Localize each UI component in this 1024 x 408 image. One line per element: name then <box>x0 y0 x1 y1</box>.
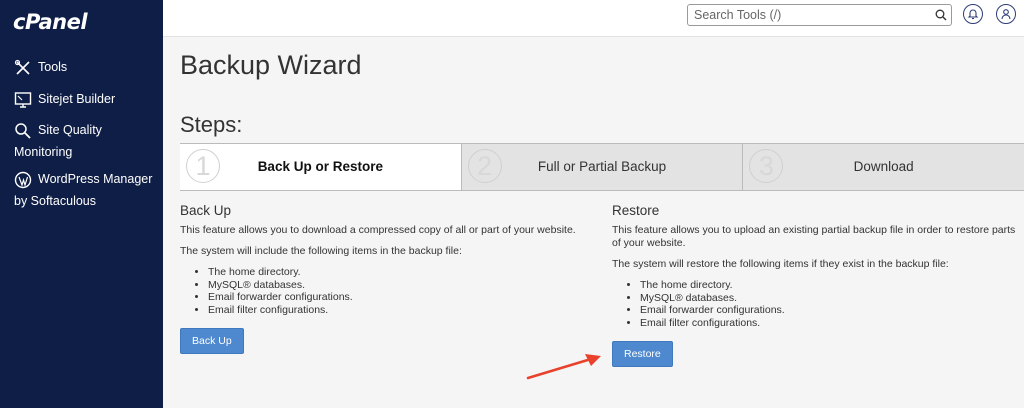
sidebar-item-label-2: by Softaculous <box>14 194 96 208</box>
wizard-steps: 1 Back Up or Restore 2 Full or Partial B… <box>180 143 1024 191</box>
step-label: Back Up or Restore <box>257 159 383 174</box>
backup-items-list: The home directory. MySQL® databases. Em… <box>180 266 590 316</box>
sidebar-item-label: Sitejet Builder <box>38 92 116 106</box>
magnifier-icon <box>15 123 31 139</box>
back-up-button[interactable]: Back Up <box>180 328 244 354</box>
restore-button[interactable]: Restore <box>612 341 673 367</box>
step-2: 2 Full or Partial Backup <box>461 144 744 190</box>
cpanel-logo[interactable]: cPanel <box>13 10 88 34</box>
sidebar-item-tools[interactable]: Tools <box>14 56 67 78</box>
list-item: MySQL® databases. <box>208 279 590 292</box>
search-input[interactable] <box>687 4 952 26</box>
list-item: The home directory. <box>208 266 590 279</box>
list-item: Email forwarder configurations. <box>208 291 590 304</box>
sidebar-item-label: Site Quality <box>38 123 102 137</box>
sidebar-item-site-quality[interactable]: Site Quality Monitoring <box>14 119 102 163</box>
step-3: 3 Download <box>743 144 1024 190</box>
list-item: Email filter configurations. <box>208 304 590 317</box>
list-item: MySQL® databases. <box>640 292 1022 305</box>
sidebar: cPanel Tools Sitejet Builder Site Qualit… <box>0 0 163 408</box>
step-label: Full or Partial Backup <box>537 159 667 174</box>
red-arrow-annotation <box>526 354 601 380</box>
restore-heading: Restore <box>612 203 660 218</box>
notifications-button[interactable] <box>963 4 983 24</box>
top-bar <box>163 0 1024 37</box>
tools-icon <box>14 59 30 75</box>
step-1: 1 Back Up or Restore <box>180 144 462 190</box>
user-icon <box>1001 9 1011 20</box>
sidebar-item-wordpress[interactable]: WordPress Manager by Softaculous <box>14 168 152 212</box>
list-item: Email filter configurations. <box>640 317 1022 330</box>
sidebar-item-label-2: Monitoring <box>14 145 73 159</box>
restore-description: This feature allows you to upload an exi… <box>612 224 1016 249</box>
backup-intro: The system will include the following it… <box>180 245 462 257</box>
restore-section: Restore This feature allows you to uploa… <box>612 203 1022 367</box>
list-item: Email forwarder configurations. <box>640 304 1022 317</box>
sidebar-item-sitejet[interactable]: Sitejet Builder <box>14 88 115 110</box>
monitor-icon <box>14 92 32 108</box>
backup-section: Back Up This feature allows you to downl… <box>180 203 590 354</box>
step-label: Download <box>853 159 914 174</box>
restore-intro: The system will restore the following it… <box>612 258 949 270</box>
page-title: Backup Wizard <box>180 50 362 80</box>
restore-items-list: The home directory. MySQL® databases. Em… <box>612 279 1022 329</box>
bell-icon <box>967 9 979 20</box>
search-icon[interactable] <box>935 9 947 21</box>
backup-description: This feature allows you to download a co… <box>180 224 576 236</box>
list-item: The home directory. <box>640 279 1022 292</box>
backup-heading: Back Up <box>180 203 232 218</box>
user-menu-button[interactable] <box>996 4 1016 24</box>
wordpress-icon <box>14 171 32 189</box>
steps-title: Steps: <box>180 112 243 137</box>
sidebar-item-label: WordPress Manager <box>38 172 153 186</box>
sidebar-item-label: Tools <box>38 60 68 74</box>
